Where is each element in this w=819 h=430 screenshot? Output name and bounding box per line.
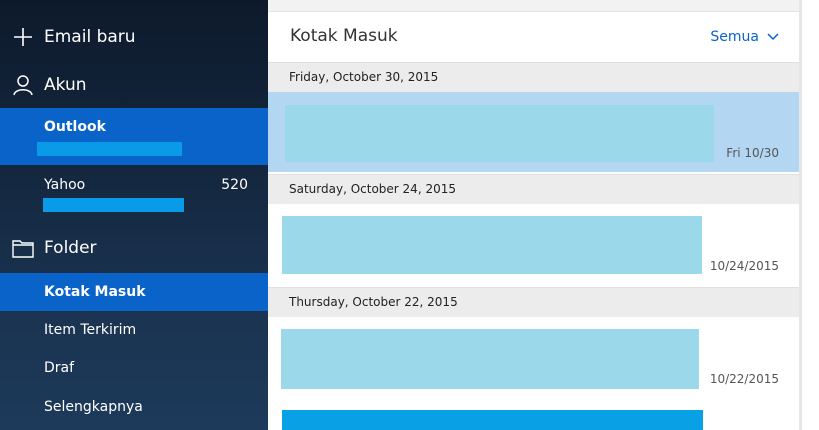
plus-icon — [12, 26, 34, 48]
folder-item[interactable]: Selengkapnya — [0, 388, 268, 426]
message-item[interactable]: 10/22/2015 — [268, 317, 799, 399]
folders-label: Folder — [44, 238, 97, 258]
account-email-redacted — [37, 142, 182, 156]
message-date: 10/22/2015 — [709, 372, 779, 386]
account-name: Yahoo — [44, 177, 86, 193]
folder-item[interactable]: Item Terkirim — [0, 311, 268, 349]
filter-dropdown[interactable]: Semua — [710, 29, 779, 45]
accounts-label: Akun — [44, 75, 87, 95]
person-icon — [12, 74, 34, 96]
accounts-button[interactable]: Akun — [0, 70, 268, 100]
account-yahoo[interactable]: Yahoo 520 — [0, 166, 268, 223]
date-group-header: Saturday, October 24, 2015 — [268, 174, 799, 204]
message-preview-redacted — [282, 410, 703, 430]
folders-button[interactable]: Folder — [0, 233, 268, 263]
toolbar-strip — [268, 0, 799, 12]
new-email-label: Email baru — [44, 27, 136, 47]
list-header: Kotak Masuk Semua — [268, 12, 799, 62]
chevron-down-icon — [767, 33, 779, 41]
message-list-pane: Kotak Masuk Semua Friday, October 30, 20… — [268, 0, 799, 430]
date-group-header: Thursday, October 22, 2015 — [268, 287, 799, 317]
folder-item[interactable]: Draf — [0, 349, 268, 387]
date-group-label: Friday, October 30, 2015 — [289, 70, 439, 84]
folder-label: Selengkapnya — [44, 399, 143, 415]
date-group-label: Saturday, October 24, 2015 — [289, 182, 456, 196]
message-date: 10/24/2015 — [709, 259, 779, 273]
folder-label: Kotak Masuk — [44, 284, 146, 300]
folder-label: Item Terkirim — [44, 322, 137, 338]
message-date: Fri 10/30 — [726, 146, 779, 160]
folder-item[interactable]: Kotak Masuk — [0, 273, 268, 311]
message-item[interactable] — [268, 400, 799, 430]
account-name: Outlook — [44, 119, 106, 135]
account-email-redacted — [43, 198, 184, 212]
new-email-button[interactable]: Email baru — [0, 22, 268, 52]
account-outlook[interactable]: Outlook — [0, 108, 268, 165]
message-preview-redacted — [281, 329, 699, 389]
folder-title: Kotak Masuk — [290, 26, 398, 46]
message-item[interactable]: Fri 10/30 — [268, 92, 799, 172]
sidebar: Email baru Akun Outlook Yahoo 520 Folder… — [0, 0, 268, 430]
date-group-label: Thursday, October 22, 2015 — [289, 295, 458, 309]
folder-label: Draf — [44, 360, 75, 376]
message-item[interactable]: 10/24/2015 — [268, 204, 799, 286]
message-preview-redacted — [282, 216, 702, 274]
folder-icon — [12, 237, 34, 259]
filter-label: Semua — [710, 29, 759, 45]
unread-count: 520 — [221, 177, 248, 193]
date-group-header: Friday, October 30, 2015 — [268, 62, 799, 92]
reading-pane-edge — [802, 0, 819, 430]
message-preview-redacted — [285, 105, 714, 162]
